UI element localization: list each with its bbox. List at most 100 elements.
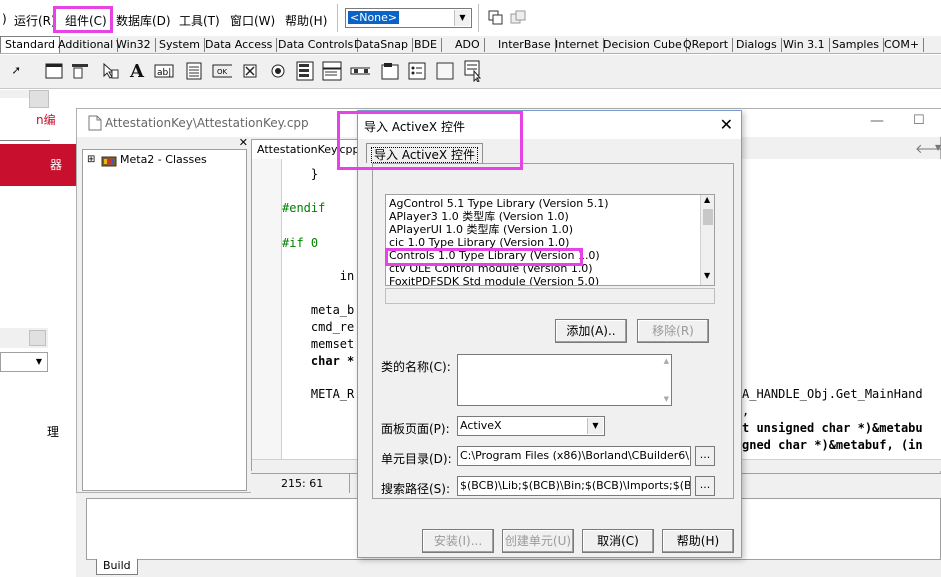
listbox-icon[interactable] xyxy=(295,61,315,81)
checkbox-icon[interactable] xyxy=(240,61,260,81)
close-icon[interactable]: ✕ xyxy=(720,115,733,134)
menu-item-run[interactable]: 运行(R) xyxy=(14,12,56,29)
edit-icon[interactable]: ab| xyxy=(154,61,174,81)
next-window-icon[interactable] xyxy=(509,9,527,27)
left-panel-button-2[interactable] xyxy=(29,330,46,346)
list-item[interactable]: AgControl 5.1 Type Library (Version 5.1) xyxy=(389,197,609,210)
scroll-down-icon[interactable]: ▼ xyxy=(704,271,710,280)
file-icon xyxy=(88,115,102,131)
left-panel-button[interactable] xyxy=(29,90,49,108)
class-name-list[interactable]: ▲ ▼ xyxy=(457,354,672,406)
remove-button[interactable]: 移除(R) xyxy=(637,319,709,343)
unit-dir-input[interactable]: C:\Program Files (x86)\Borland\CBuilder6… xyxy=(457,446,691,466)
list-vertical-scrollbar[interactable]: ▲ ▼ xyxy=(700,195,714,285)
help-button[interactable]: 帮助(H) xyxy=(662,529,734,553)
tab-qreport[interactable]: QReport xyxy=(679,38,734,52)
left-panel-label: n编 xyxy=(36,113,56,127)
type-library-list[interactable]: AgControl 5.1 Type Library (Version 5.1)… xyxy=(385,194,715,286)
button-icon[interactable]: OK xyxy=(212,61,232,81)
tab-datasnap[interactable]: DataSnap xyxy=(350,38,413,52)
scroll-up-icon[interactable]: ▲ xyxy=(704,195,710,204)
svg-text:OK: OK xyxy=(217,68,228,76)
chevron-down-icon[interactable]: ▼ xyxy=(587,418,603,434)
tab-dialogs[interactable]: Dialogs xyxy=(732,38,782,52)
install-button[interactable]: 安装(I)... xyxy=(422,529,494,553)
import-activex-dialog: 导入 ActiveX 控件 ✕ 导入 ActiveX 控件 AgControl … xyxy=(357,110,742,558)
menu-item-partial[interactable]: ) xyxy=(2,12,7,26)
chevron-down-icon[interactable]: ▼ xyxy=(32,354,46,370)
search-path-label: 搜索路径(S): xyxy=(381,482,451,496)
search-path-browse-button[interactable]: ... xyxy=(695,476,715,496)
code-line: #if 0 xyxy=(282,236,319,250)
target-combo[interactable]: <None> ▼ xyxy=(345,8,472,28)
minimize-icon[interactable]: — xyxy=(870,113,884,129)
tab-build[interactable]: Build xyxy=(96,559,138,575)
tab-ado[interactable]: ADO xyxy=(451,38,485,52)
red-banner-label: 器 xyxy=(50,158,63,172)
scroll-down-icon[interactable]: ▼ xyxy=(664,395,669,403)
tab-additional[interactable]: Additional xyxy=(54,38,119,52)
window-list-icon[interactable] xyxy=(487,9,505,27)
memo-icon[interactable] xyxy=(184,61,204,81)
close-icon[interactable]: ✕ xyxy=(239,136,248,149)
unit-dir-label: 单元目录(D): xyxy=(381,452,452,466)
search-path-input[interactable]: $(BCB)\Lib;$(BCB)\Bin;$(BCB)\Imports;$(B… xyxy=(457,476,691,496)
left-panel-combo[interactable]: ▼ xyxy=(0,352,48,372)
create-unit-button[interactable]: 创建单元(U) xyxy=(502,529,574,553)
menu-item-window[interactable]: 窗口(W) xyxy=(230,12,275,29)
list-item[interactable]: FoxitPDFSDK Std module (Version 5.0) xyxy=(389,275,599,285)
scroll-thumb[interactable] xyxy=(703,209,713,225)
palette-page-select[interactable]: ActiveX ▼ xyxy=(457,416,605,436)
main-menu-icon[interactable] xyxy=(70,61,90,81)
menu-item-help[interactable]: 帮助(H) xyxy=(285,12,327,29)
pointer-icon[interactable]: ➚ xyxy=(6,61,26,81)
tab-system[interactable]: System xyxy=(155,38,206,52)
combobox-icon[interactable] xyxy=(322,61,342,81)
tree-expand-icon[interactable]: ⊞ xyxy=(87,154,95,165)
tab-decision-cube[interactable]: Decision Cube xyxy=(599,38,687,52)
frame-icon[interactable] xyxy=(44,61,64,81)
selected-item-highlight-box xyxy=(385,248,583,266)
code-line: in xyxy=(282,269,355,283)
dialog-title-highlight-box xyxy=(337,111,523,170)
action-list-icon[interactable] xyxy=(463,60,483,82)
tree-root-label[interactable]: Meta2 - Classes xyxy=(120,153,207,166)
groupbox-icon[interactable] xyxy=(380,61,400,81)
tab-data-access[interactable]: Data Access xyxy=(201,38,278,52)
tab-interbase[interactable]: InterBase xyxy=(494,38,556,52)
tab-com-plus[interactable]: COM+ xyxy=(880,38,925,52)
tab-internet[interactable]: Internet xyxy=(551,38,604,52)
list-item[interactable]: APlayer3 1.0 类型库 (Version 1.0) xyxy=(389,210,569,223)
tab-win31[interactable]: Win 3.1 xyxy=(779,38,830,52)
tab-samples[interactable]: Samples xyxy=(828,38,884,52)
radiogroup-icon[interactable] xyxy=(407,61,427,81)
component-palette-tabs: Standard Additional Win32 System Data Ac… xyxy=(0,36,941,54)
code-line: memset xyxy=(282,337,355,351)
chevron-down-icon[interactable]: ▼ xyxy=(454,10,470,26)
menu-item-tools[interactable]: 工具(T) xyxy=(179,12,220,29)
tab-data-controls[interactable]: Data Controls xyxy=(274,38,359,52)
tab-win32[interactable]: Win32 xyxy=(112,38,156,52)
maximize-icon[interactable]: ☐ xyxy=(913,113,925,128)
chevron-down-icon[interactable]: ▼ xyxy=(935,143,941,152)
scroll-up-icon[interactable]: ▲ xyxy=(664,357,669,365)
cancel-button[interactable]: 取消(C) xyxy=(582,529,654,553)
code-line: meta_b xyxy=(282,303,355,317)
radio-button-icon[interactable] xyxy=(268,61,288,81)
label-icon[interactable]: A xyxy=(127,61,147,82)
gutter xyxy=(252,159,282,471)
unit-dir-browse-button[interactable]: ... xyxy=(695,446,715,466)
menu-item-database[interactable]: 数据库(D) xyxy=(116,12,171,29)
code-line: } xyxy=(282,167,319,181)
panel-icon[interactable] xyxy=(435,61,455,81)
main-menubar: ) 运行(R) 组件(C) 数据库(D) 工具(T) 窗口(W) 帮助(H) <… xyxy=(0,0,941,36)
scrollbar-icon[interactable] xyxy=(350,61,370,81)
add-button[interactable]: 添加(A).. xyxy=(555,319,627,343)
tab-bde[interactable]: BDE xyxy=(410,38,442,52)
popup-menu-icon[interactable] xyxy=(100,61,120,81)
tab-build-label: Build xyxy=(103,559,131,572)
code-line-right: t unsigned char *)&metabu xyxy=(742,421,923,435)
tab-standard[interactable]: Standard xyxy=(0,36,61,53)
left-panel-label-3: 理 xyxy=(47,425,60,439)
list-item[interactable]: APlayerUI 1.0 类型库 (Version 1.0) xyxy=(389,223,573,236)
